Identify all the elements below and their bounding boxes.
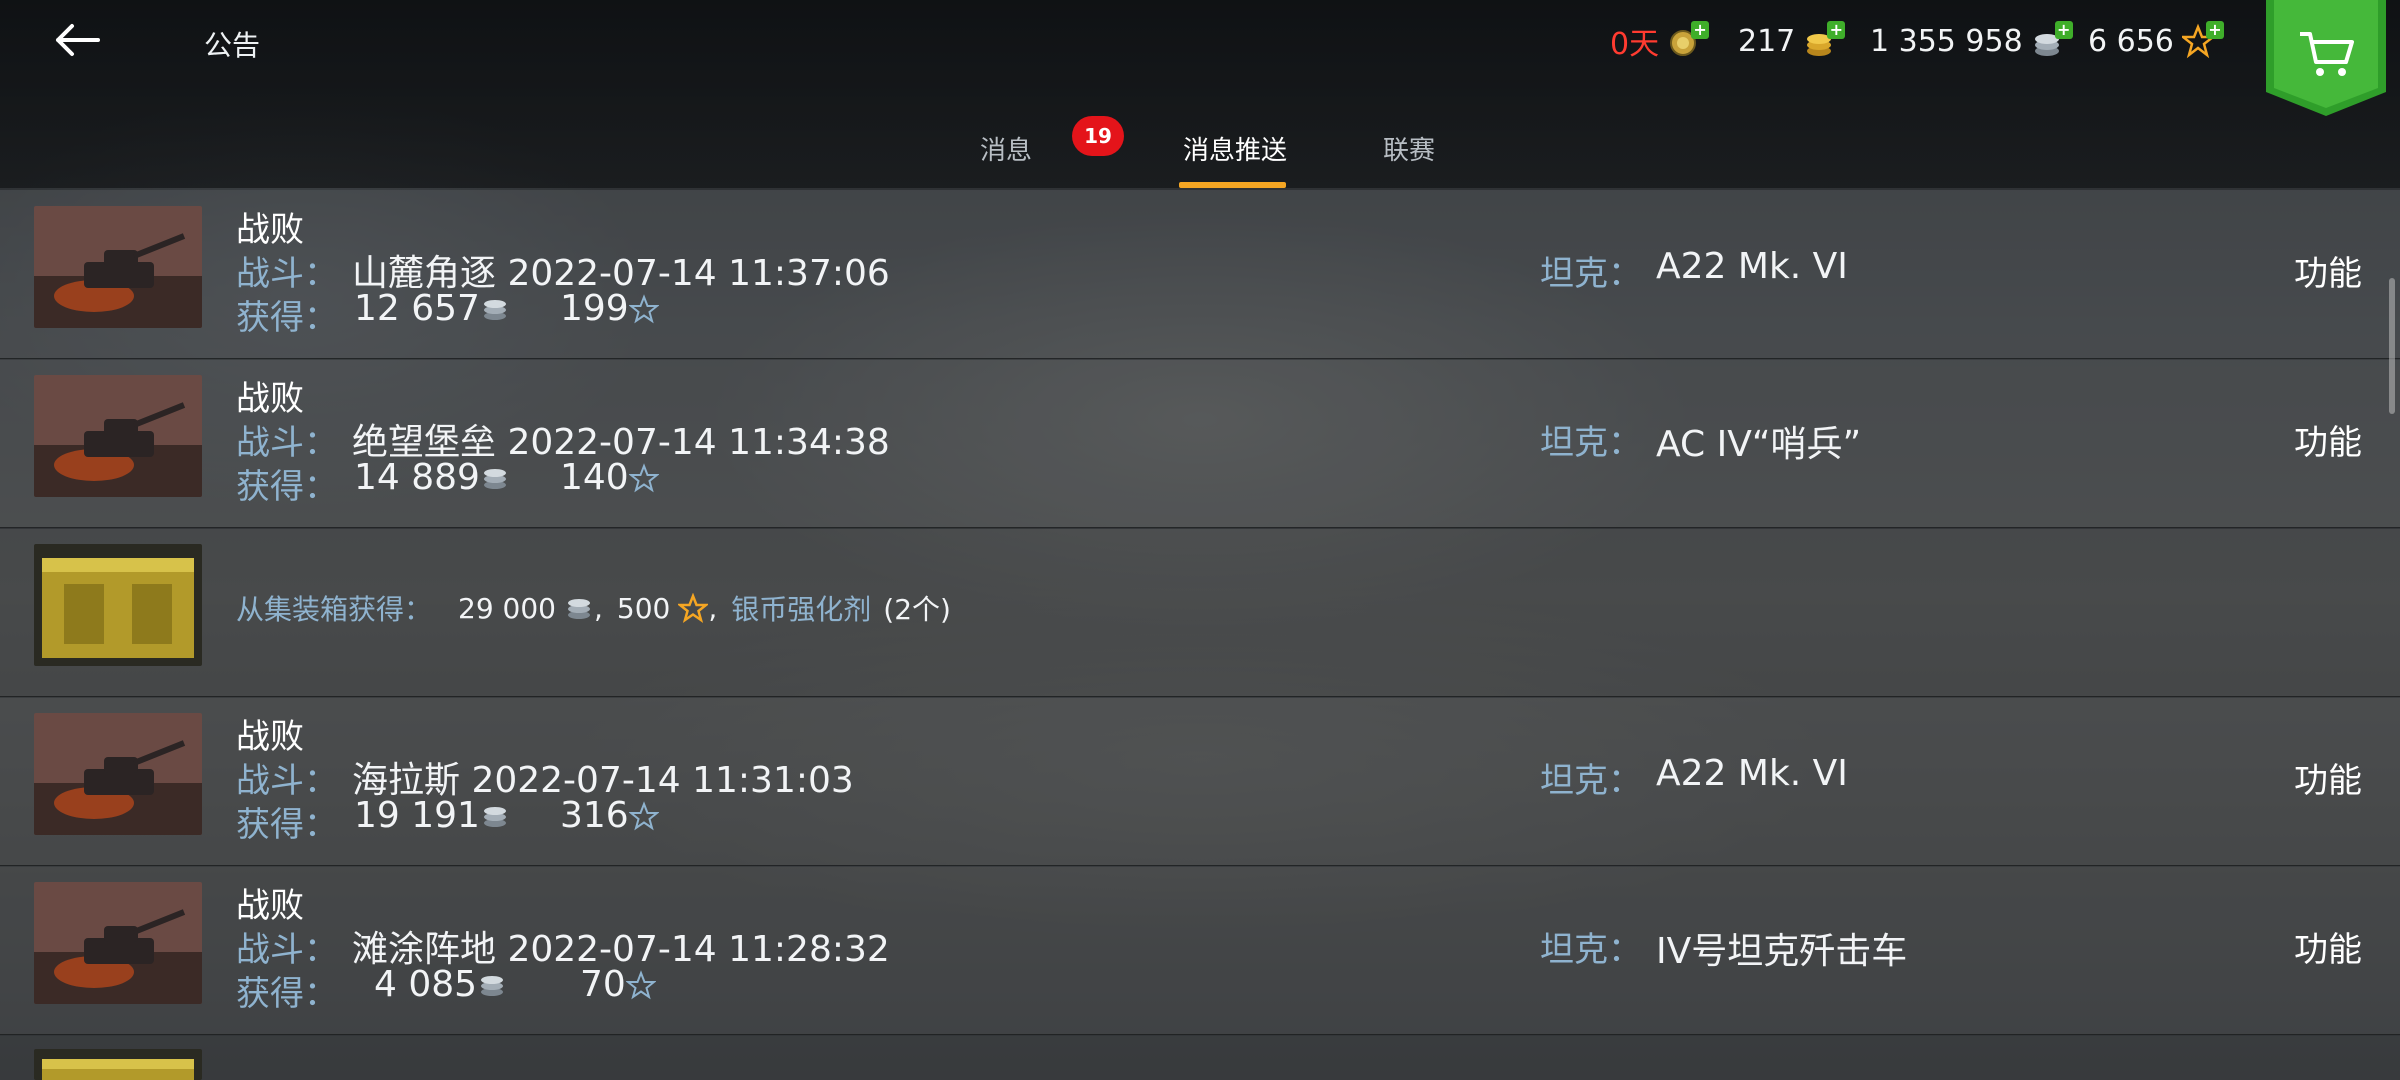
battle-label: 战斗： xyxy=(236,761,338,801)
list-item[interactable] xyxy=(0,1035,2400,1080)
earned-xp-value: 70 xyxy=(580,964,626,1005)
tank-name: AC IV“哨兵” xyxy=(1656,424,1862,465)
earned-label: 获得： xyxy=(236,974,338,1014)
premium-medal-icon: + xyxy=(1667,21,1710,59)
earned-silver-value: 4 085 xyxy=(374,964,478,1005)
earned-silver: 4 085 xyxy=(374,964,507,1005)
premium-plus-icon[interactable]: + xyxy=(1691,21,1710,39)
free-xp-plus-icon[interactable]: + xyxy=(2205,21,2224,39)
active-tab-indicator xyxy=(1179,182,1286,188)
container-label: 从集装箱获得： xyxy=(236,593,433,626)
xp-star-icon xyxy=(628,462,659,492)
battle-result: 战败 xyxy=(236,717,304,757)
tank-label: 坦克： xyxy=(1540,423,1642,463)
silver-coin-icon xyxy=(483,806,506,827)
silver-coins-icon: + xyxy=(2031,21,2073,59)
tank-battle-image xyxy=(34,206,202,328)
battle-label: 战斗： xyxy=(236,930,338,970)
container-item-name: 银币强化剂 xyxy=(731,593,872,626)
list-item[interactable]: 战败 战斗： 海拉斯 2022-07-14 11:31:03 获得： 19 19… xyxy=(0,697,2400,867)
battle-label: 战斗： xyxy=(236,423,338,463)
silver-balance[interactable]: 1 355 958 + xyxy=(1870,18,2073,64)
gold-balance[interactable]: 217 + xyxy=(1738,18,1846,64)
earned-label: 获得： xyxy=(236,298,338,338)
top-bar: 公告 0天 + 217 + 1 355 958 + 6 656 + 消息 19 … xyxy=(0,0,2400,188)
xp-star-icon xyxy=(628,293,659,323)
earned-silver-value: 14 889 xyxy=(354,457,480,498)
gold-plus-icon[interactable]: + xyxy=(1827,21,1846,39)
function-button[interactable]: 功能 xyxy=(2294,246,2362,295)
earned-silver: 14 889 xyxy=(354,457,510,498)
xp-star-icon xyxy=(628,800,659,830)
container-silver-value: 29 000 xyxy=(458,591,556,625)
function-button[interactable]: 功能 xyxy=(2294,753,2362,802)
battle-label: 战斗： xyxy=(236,254,338,294)
tab-push-messages[interactable]: 消息推送 xyxy=(1183,130,1287,167)
silver-coin-icon xyxy=(481,975,504,996)
earned-xp: 316 xyxy=(560,795,659,836)
tank-battle-image xyxy=(34,882,202,1004)
tank-name: IV号坦克歼击车 xyxy=(1656,931,1908,972)
battle-result: 战败 xyxy=(236,886,304,926)
earned-silver-value: 19 191 xyxy=(354,795,480,836)
silver-coin-icon xyxy=(568,599,590,619)
battle-result: 战败 xyxy=(236,379,304,419)
gold-coins-icon: + xyxy=(1803,21,1846,59)
list-item[interactable]: 战败 战斗： 滩涂阵地 2022-07-14 11:28:32 获得： 4 08… xyxy=(0,866,2400,1036)
earned-xp: 70 xyxy=(580,964,656,1005)
tank-label: 坦克： xyxy=(1540,930,1642,970)
container-item-count: (2个) xyxy=(883,593,951,626)
tab-league[interactable]: 联赛 xyxy=(1383,130,1435,167)
page-title: 公告 xyxy=(204,29,261,62)
gold-value: 217 xyxy=(1738,23,1796,59)
list-item[interactable]: 战败 战斗： 山麓角逐 2022-07-14 11:37:06 获得： 12 6… xyxy=(0,190,2400,360)
unread-badge: 19 xyxy=(1072,116,1124,156)
tank-battle-image xyxy=(34,713,202,835)
silver-coin-icon xyxy=(483,468,506,489)
earned-xp: 140 xyxy=(560,457,659,498)
tab-messages[interactable]: 消息 xyxy=(980,130,1032,167)
tank-label: 坦克： xyxy=(1540,254,1642,294)
free-xp-balance[interactable]: 6 656 + xyxy=(2088,18,2224,64)
star-icon: + xyxy=(2179,21,2224,59)
tank-name: A22 Mk. VI xyxy=(1656,246,1848,287)
xp-star-icon xyxy=(625,969,656,999)
shop-cart-button[interactable] xyxy=(2266,0,2386,116)
tank-label: 坦克： xyxy=(1540,761,1642,801)
silver-value: 1 355 958 xyxy=(1870,23,2023,59)
function-button[interactable]: 功能 xyxy=(2294,922,2362,971)
earned-label: 获得： xyxy=(236,467,338,507)
premium-days[interactable]: 0天 + xyxy=(1610,18,1710,64)
earned-xp-value: 316 xyxy=(560,795,629,836)
silver-plus-icon[interactable]: + xyxy=(2054,21,2073,39)
list-item[interactable]: 从集装箱获得： 29 000 , 500 , 银币强化剂 (2个) xyxy=(0,528,2400,698)
battle-result: 战败 xyxy=(236,210,304,250)
back-arrow-icon[interactable] xyxy=(52,20,102,60)
container-xp-value: 500 xyxy=(616,591,671,625)
free-xp-value: 6 656 xyxy=(2088,23,2174,59)
earned-silver-value: 12 657 xyxy=(354,288,480,329)
premium-days-value: 0天 xyxy=(1610,27,1660,62)
container-crate-image xyxy=(34,544,202,666)
earned-xp-value: 140 xyxy=(560,457,629,498)
container-crate-image xyxy=(34,1049,202,1080)
star-icon xyxy=(678,593,709,623)
earned-label: 获得： xyxy=(236,805,338,845)
earned-xp: 199 xyxy=(560,288,659,329)
earned-silver: 19 191 xyxy=(354,795,510,836)
silver-coin-icon xyxy=(483,299,506,320)
function-button[interactable]: 功能 xyxy=(2294,415,2362,464)
scrollbar[interactable] xyxy=(2389,278,2395,414)
list-item[interactable]: 战败 战斗： 绝望堡垒 2022-07-14 11:34:38 获得： 14 8… xyxy=(0,359,2400,529)
tank-name: A22 Mk. VI xyxy=(1656,753,1848,794)
earned-xp-value: 199 xyxy=(560,288,629,329)
earned-silver: 12 657 xyxy=(354,288,510,329)
tank-battle-image xyxy=(34,375,202,497)
container-reward: 从集装箱获得： 29 000 , 500 , 银币强化剂 (2个) xyxy=(236,588,951,628)
